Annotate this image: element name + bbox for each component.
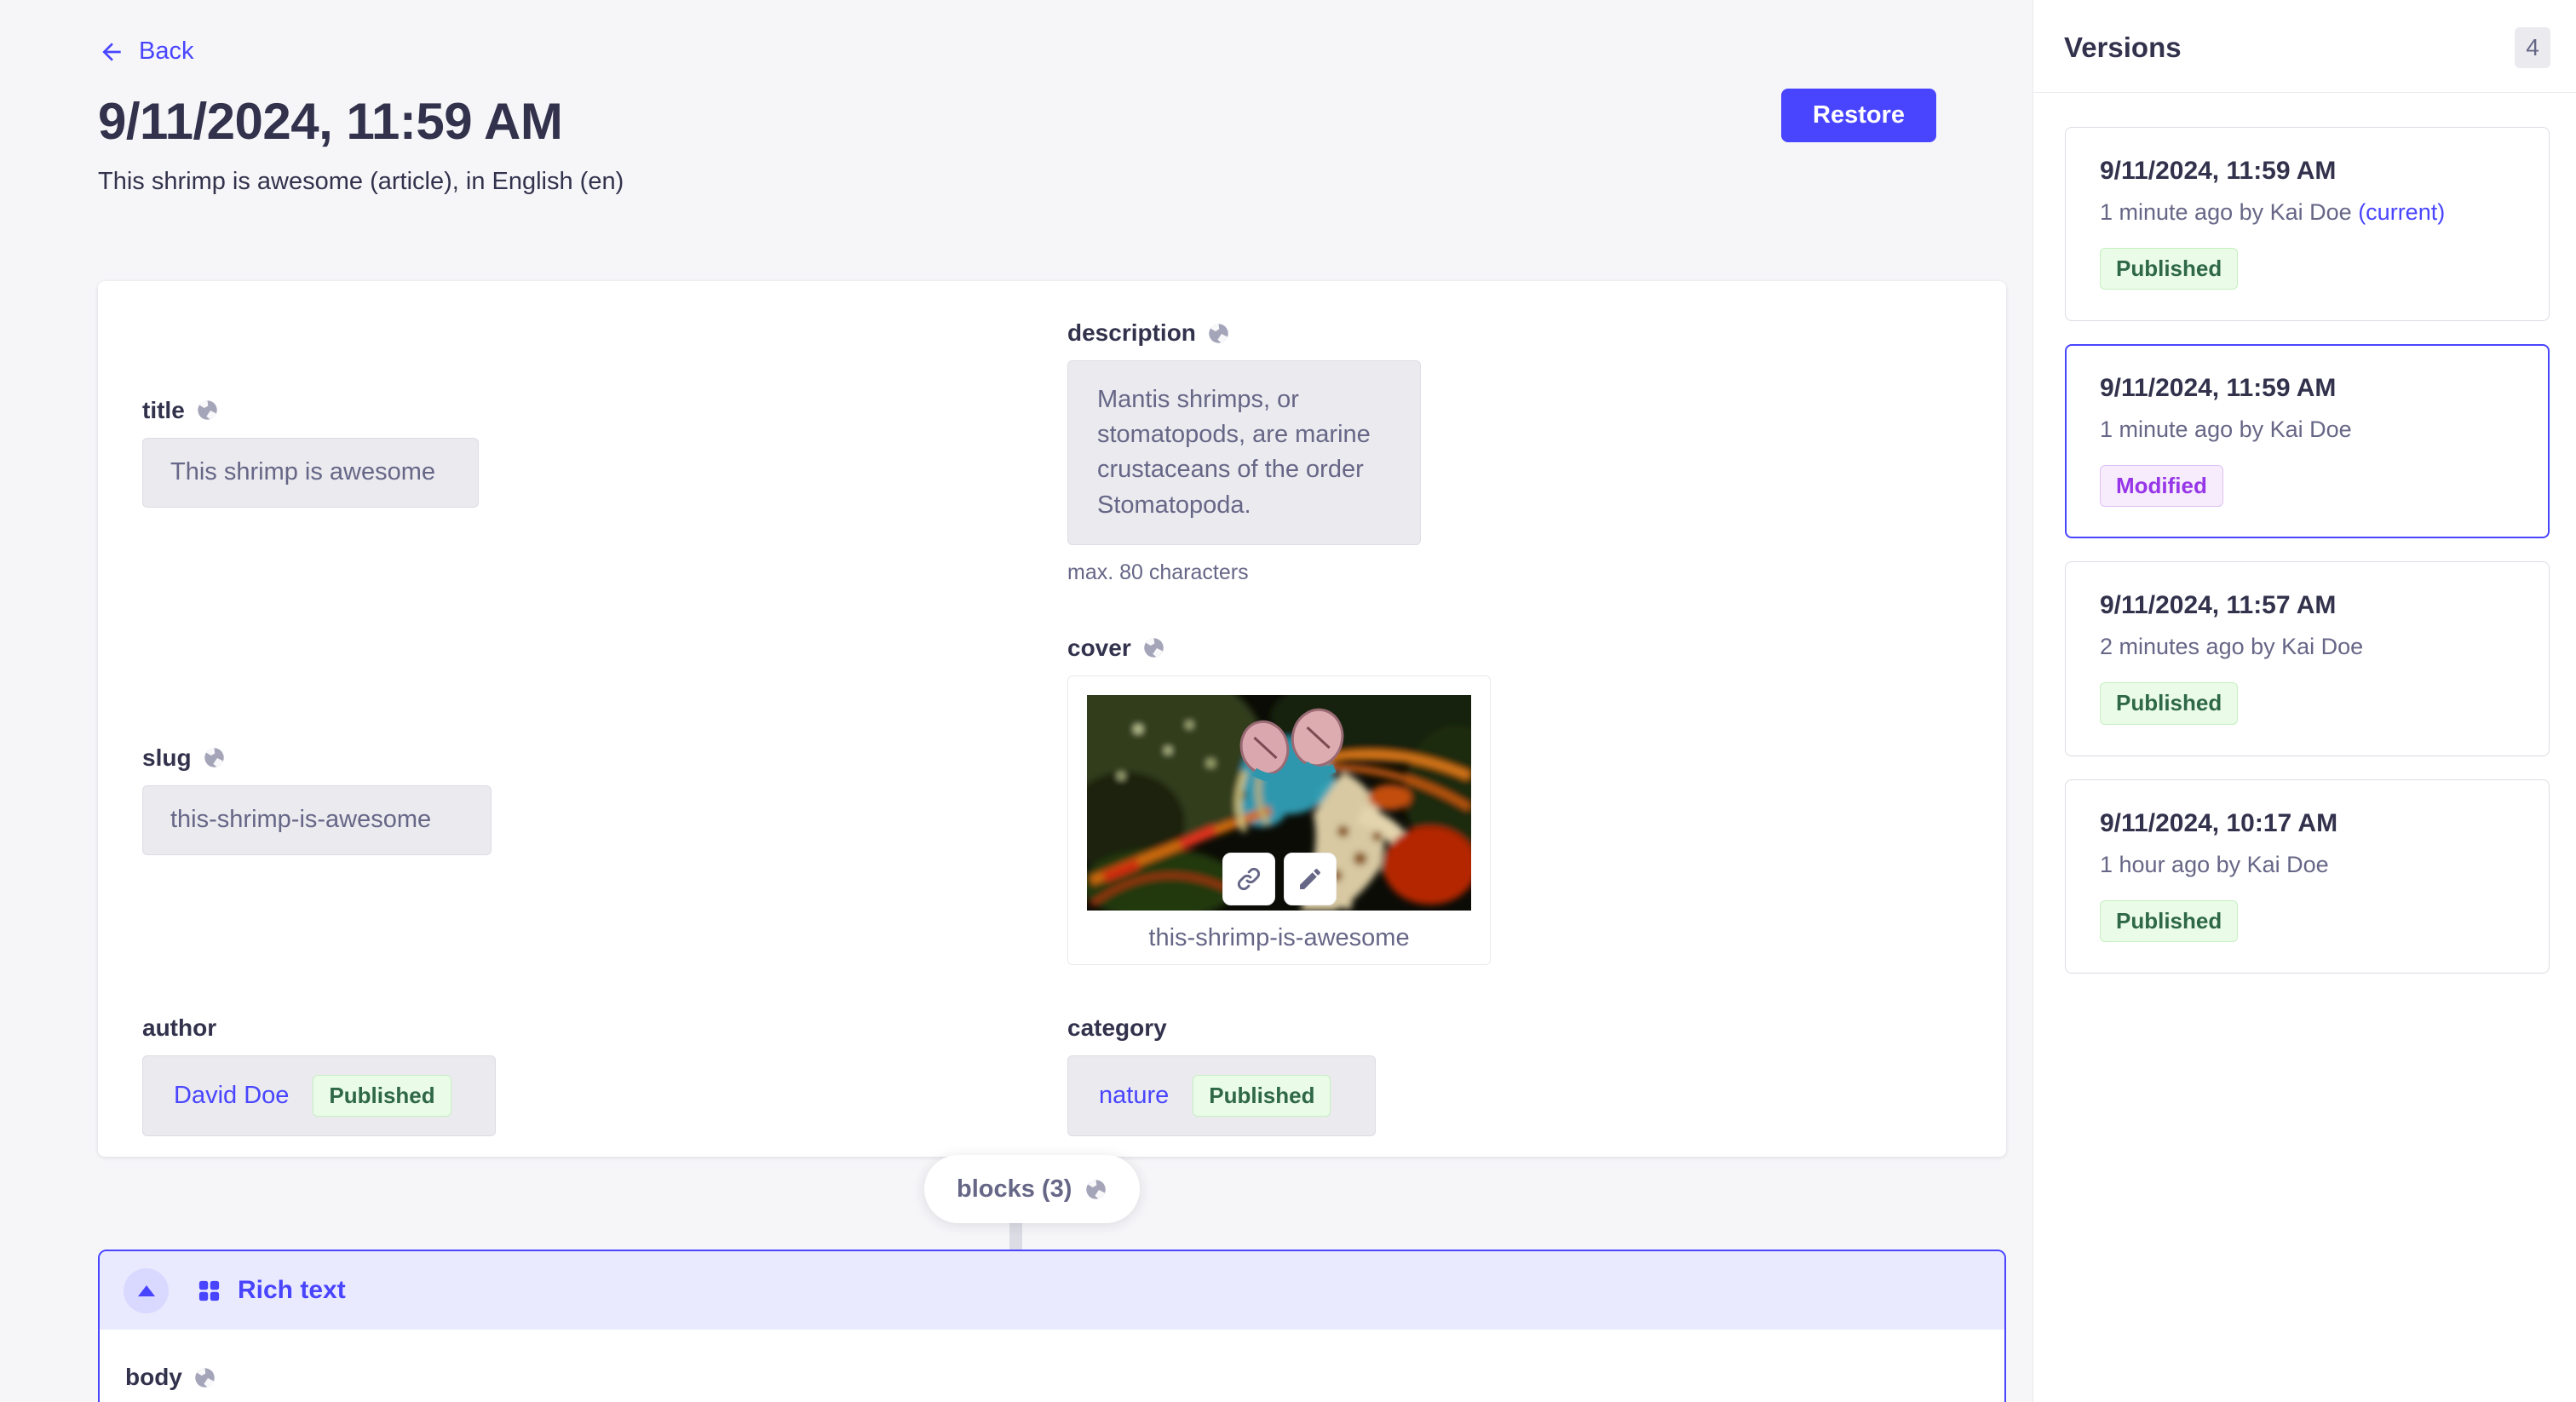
back-link[interactable]: Back (98, 37, 193, 66)
copy-link-button[interactable] (1222, 853, 1275, 905)
edit-cover-button[interactable] (1284, 853, 1337, 905)
version-card[interactable]: 9/11/2024, 11:59 AM 1 minute ago by Kai … (2065, 127, 2550, 321)
field-description-label: description (1067, 319, 1196, 347)
author-relation: David Doe Published (142, 1055, 496, 1136)
version-date: 9/11/2024, 10:17 AM (2100, 809, 2525, 838)
version-status-badge: Modified (2100, 465, 2223, 507)
version-current-label: (current) (2352, 199, 2446, 225)
page-subtitle: This shrimp is awesome (article), in Eng… (98, 168, 624, 196)
version-byline: 2 minutes ago by Kai Doe (2100, 634, 2525, 660)
rich-text-block: Rich text body (98, 1250, 2006, 1402)
field-title: title This shrimp is awesome (142, 397, 1067, 508)
field-author: author David Doe Published (142, 1014, 1067, 1136)
version-date: 9/11/2024, 11:59 AM (2100, 374, 2525, 403)
version-byline: 1 minute ago by Kai Doe (current) (2100, 199, 2525, 226)
cover-card: this-shrimp-is-awesome (1067, 675, 1491, 965)
restore-button[interactable]: Restore (1781, 89, 1936, 142)
field-slug-label: slug (142, 744, 192, 772)
page-title: 9/11/2024, 11:59 AM (98, 92, 624, 151)
globe-icon (1084, 1178, 1107, 1201)
globe-icon (203, 746, 226, 769)
arrow-left-icon (98, 38, 125, 66)
version-card[interactable]: 9/11/2024, 11:57 AM 2 minutes ago by Kai… (2065, 561, 2550, 756)
collapse-block-button[interactable] (124, 1268, 169, 1313)
page-header: 9/11/2024, 11:59 AM This shrimp is aweso… (98, 92, 2006, 196)
pencil-icon (1297, 865, 1324, 893)
description-textarea[interactable]: Mantis shrimps, or stomatopods, are mari… (1067, 360, 1421, 545)
blocks-grid-icon (196, 1278, 222, 1304)
back-label: Back (139, 37, 193, 66)
version-status-badge: Published (2100, 900, 2238, 942)
author-link[interactable]: David Doe (174, 1082, 289, 1110)
versions-header: Versions 4 (2033, 0, 2576, 93)
field-category: category nature Published (1067, 1014, 1962, 1136)
globe-icon (193, 1366, 216, 1389)
version-status-badge: Published (2100, 248, 2238, 290)
rich-text-block-header[interactable]: Rich text (100, 1251, 2004, 1330)
version-byline: 1 hour ago by Kai Doe (2100, 852, 2525, 878)
slug-input[interactable]: this-shrimp-is-awesome (142, 785, 492, 855)
field-author-label: author (142, 1014, 216, 1042)
rich-text-block-title: Rich text (238, 1276, 346, 1305)
author-status-badge: Published (313, 1075, 451, 1117)
category-relation: nature Published (1067, 1055, 1376, 1136)
field-title-label: title (142, 397, 185, 424)
field-category-label: category (1067, 1014, 1167, 1042)
versions-sidebar: Versions 4 9/11/2024, 11:59 AM 1 minute … (2033, 0, 2576, 1402)
category-link[interactable]: nature (1099, 1082, 1169, 1110)
version-date: 9/11/2024, 11:57 AM (2100, 591, 2525, 620)
version-date: 9/11/2024, 11:59 AM (2100, 157, 2525, 186)
version-card[interactable]: 9/11/2024, 10:17 AM 1 hour ago by Kai Do… (2065, 779, 2550, 974)
versions-count-badge: 4 (2515, 27, 2550, 68)
field-cover: cover (1067, 635, 1962, 965)
title-input[interactable]: This shrimp is awesome (142, 438, 479, 508)
globe-icon (1142, 636, 1165, 659)
field-body-label: body (125, 1364, 182, 1391)
version-byline: 1 minute ago by Kai Doe (2100, 417, 2525, 443)
version-status-badge: Published (2100, 682, 2238, 724)
field-cover-label: cover (1067, 635, 1131, 662)
cover-caption: this-shrimp-is-awesome (1087, 924, 1471, 952)
category-status-badge: Published (1193, 1075, 1331, 1117)
globe-icon (196, 399, 219, 422)
chevron-up-icon (138, 1285, 155, 1296)
version-card[interactable]: 9/11/2024, 11:59 AM 1 minute ago by Kai … (2065, 344, 2550, 538)
field-description: description Mantis shrimps, or stomatopo… (1067, 319, 1962, 585)
block-connector-line (1009, 1222, 1022, 1251)
field-slug: slug this-shrimp-is-awesome (142, 744, 1067, 855)
blocks-pill-label: blocks (3) (957, 1175, 1072, 1204)
globe-icon (1207, 322, 1230, 345)
versions-list: 9/11/2024, 11:59 AM 1 minute ago by Kai … (2033, 93, 2576, 974)
blocks-field-pill[interactable]: blocks (3) (924, 1155, 1140, 1223)
link-icon (1235, 865, 1262, 893)
versions-heading: Versions (2064, 32, 2182, 64)
description-helper: max. 80 characters (1067, 560, 1962, 585)
cover-actions (1222, 853, 1337, 905)
version-detail-main: Back 9/11/2024, 11:59 AM This shrimp is … (0, 0, 2033, 1402)
fields-panel: title This shrimp is awesome description… (98, 281, 2006, 1157)
